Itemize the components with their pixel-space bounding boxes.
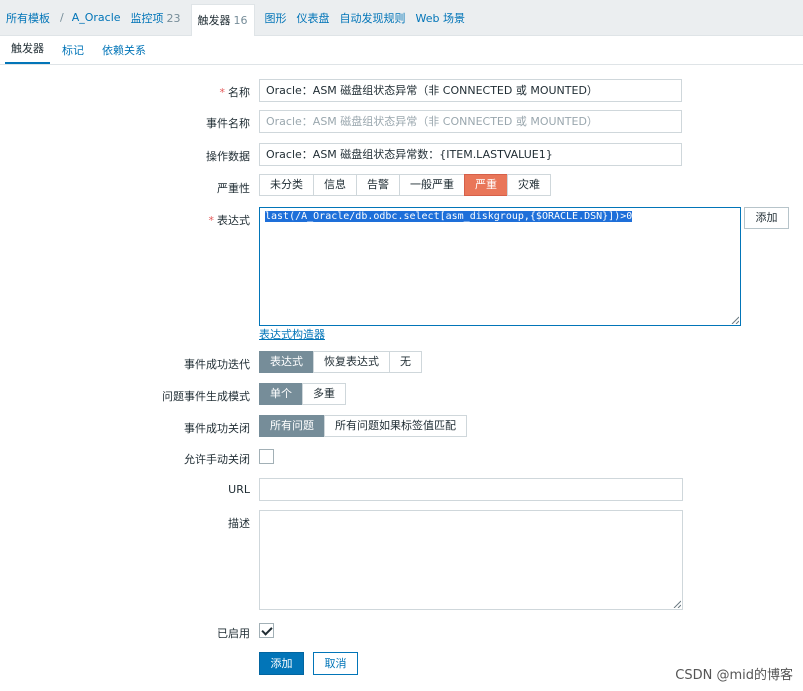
breadcrumb-all-templates[interactable]: 所有模板: [6, 10, 50, 26]
resize-handle-icon[interactable]: [731, 316, 739, 324]
severity-selector: 未分类 信息 告警 一般严重 严重 灾难: [259, 174, 551, 196]
description-textarea[interactable]: [259, 510, 683, 610]
enabled-label: 已启用: [217, 627, 250, 640]
tab-dependencies[interactable]: 依赖关系: [96, 38, 152, 64]
tab-trigger[interactable]: 触发器: [5, 36, 50, 64]
ok-close-option-all[interactable]: 所有问题: [259, 415, 325, 437]
manual-close-label: 允许手动关闭: [184, 453, 250, 466]
ok-event-option-recovery-expression[interactable]: 恢复表达式: [313, 351, 390, 373]
ok-close-option-tag-match[interactable]: 所有问题如果标签值匹配: [324, 415, 467, 437]
ok-close-selector: 所有问题 所有问题如果标签值匹配: [259, 415, 467, 437]
expression-text: last(/A_Oracle/db.odbc.select[asm_diskgr…: [265, 211, 633, 222]
form-tabs: 触发器 标记 依赖关系: [0, 38, 803, 65]
problem-mode-option-multiple[interactable]: 多重: [302, 383, 346, 405]
name-label: * 名称: [219, 86, 251, 99]
problem-mode-label: 问题事件生成模式: [162, 390, 250, 403]
nav-triggers-label: 触发器: [197, 14, 231, 27]
nav-items-link[interactable]: 监控项 23: [131, 10, 181, 26]
required-marker: *: [208, 214, 215, 227]
event-name-input[interactable]: Oracle：ASM 磁盘组状态异常（非 CONNECTED 或 MOUNTED…: [259, 110, 682, 133]
items-count-badge: 23: [166, 11, 181, 25]
severity-option-average[interactable]: 一般严重: [399, 174, 465, 196]
add-button[interactable]: 添加: [259, 652, 304, 675]
cancel-button[interactable]: 取消: [313, 652, 358, 675]
nav-items-label: 监控项: [130, 11, 164, 25]
url-label: URL: [228, 483, 250, 496]
expression-builder-link[interactable]: 表达式构造器: [259, 326, 325, 342]
severity-label: 严重性: [217, 182, 250, 195]
expression-textarea[interactable]: last(/A_Oracle/db.odbc.select[asm_diskgr…: [259, 207, 741, 326]
ok-event-option-expression[interactable]: 表达式: [259, 351, 314, 373]
ok-event-option-none[interactable]: 无: [389, 351, 422, 373]
tab-tags[interactable]: 标记: [56, 38, 90, 64]
ok-event-selector: 表达式 恢复表达式 无: [259, 351, 422, 373]
severity-option-disaster[interactable]: 灾难: [507, 174, 551, 196]
resize-handle-icon[interactable]: [673, 600, 681, 608]
severity-option-warning[interactable]: 告警: [356, 174, 400, 196]
severity-option-information[interactable]: 信息: [313, 174, 357, 196]
breadcrumb-separator: /: [60, 11, 64, 24]
opdata-input[interactable]: Oracle：ASM 磁盘组状态异常数：{ITEM.LASTVALUE1}: [259, 143, 682, 166]
problem-mode-option-single[interactable]: 单个: [259, 383, 303, 405]
nav-discovery-link[interactable]: 自动发现规则: [340, 10, 406, 26]
expression-label: * 表达式: [208, 214, 251, 227]
required-marker: *: [219, 86, 226, 99]
expression-add-button[interactable]: 添加: [744, 207, 789, 229]
breadcrumb-template[interactable]: A_Oracle: [72, 11, 121, 24]
opdata-label: 操作数据: [206, 150, 250, 163]
severity-option-not-classified[interactable]: 未分类: [259, 174, 314, 196]
ok-close-label: 事件成功关闭: [184, 422, 250, 435]
nav-web-link[interactable]: Web 场景: [416, 10, 465, 26]
name-input[interactable]: Oracle：ASM 磁盘组状态异常（非 CONNECTED 或 MOUNTED…: [259, 79, 682, 102]
nav-graphs-link[interactable]: 图形: [265, 10, 287, 26]
enabled-checkbox[interactable]: [259, 623, 274, 638]
ok-event-label: 事件成功迭代: [184, 358, 250, 371]
url-input[interactable]: [259, 478, 683, 501]
manual-close-checkbox[interactable]: [259, 449, 274, 464]
triggers-count-badge: 16: [233, 14, 248, 27]
event-name-label: 事件名称: [206, 117, 250, 130]
breadcrumb: 所有模板 / A_Oracle 监控项 23 触发器 16 图形 仪表盘 自动发现规…: [0, 0, 803, 36]
watermark: CSDN @mid的博客: [675, 668, 793, 683]
problem-mode-selector: 单个 多重: [259, 383, 346, 405]
nav-triggers-link[interactable]: 触发器 16: [190, 3, 255, 36]
description-label: 描述: [228, 517, 250, 530]
severity-option-high[interactable]: 严重: [464, 174, 508, 196]
nav-dashboards-link[interactable]: 仪表盘: [297, 10, 330, 26]
